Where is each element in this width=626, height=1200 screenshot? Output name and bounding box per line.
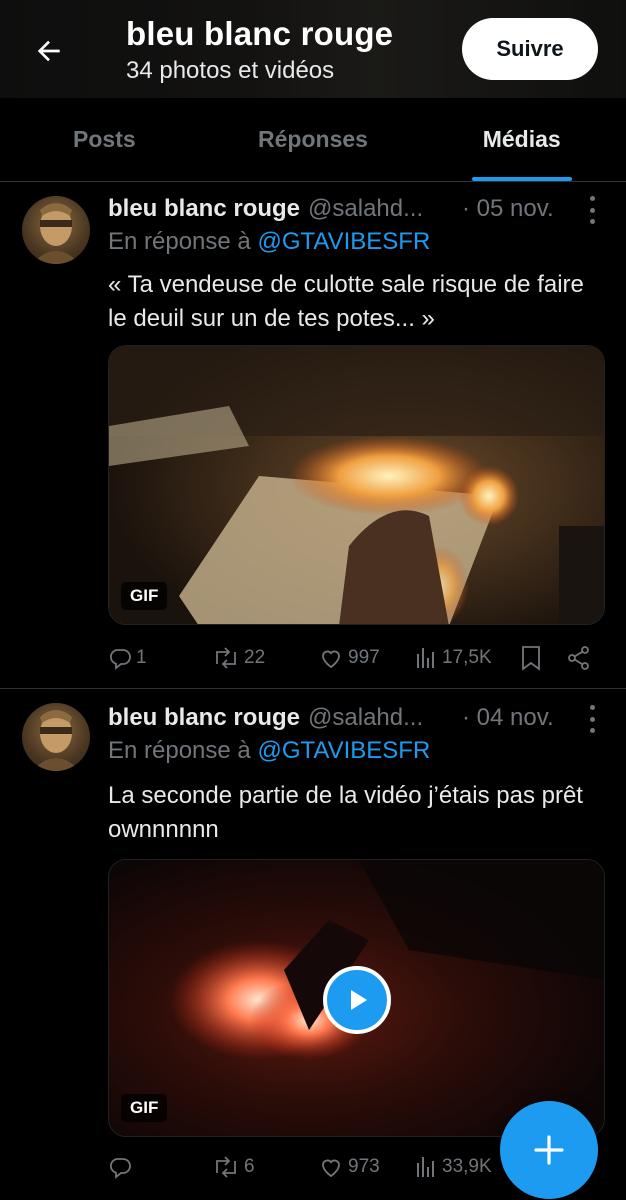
tweet[interactable]: bleu blanc rouge @salahd... · 05 nov. En… (0, 182, 626, 688)
author-handle[interactable]: @salahd... (308, 704, 423, 732)
reply-prefix: En réponse à (108, 228, 251, 255)
reply-context: En réponse à @GTAVIBESFR (108, 737, 430, 765)
views-button[interactable]: 17,5K (416, 642, 492, 674)
more-icon[interactable] (580, 196, 604, 224)
like-icon (322, 650, 340, 669)
repost-icon (216, 647, 236, 669)
reply-count: 1 (136, 647, 147, 668)
reply-context: En réponse à @GTAVIBESFR (108, 228, 430, 256)
back-arrow-icon (37, 40, 60, 62)
views-icon (417, 1157, 434, 1177)
tweet-actions: 1 22 997 17,5K (108, 642, 598, 674)
media-thumbnail (109, 346, 604, 624)
tab-replies[interactable]: Réponses (209, 98, 418, 181)
media-count: 34 photos et vidéos (126, 57, 335, 84)
like-button[interactable]: 973 (318, 1151, 380, 1183)
like-count: 973 (348, 1156, 380, 1177)
follow-button[interactable]: Suivre (462, 18, 598, 80)
avatar[interactable] (22, 703, 90, 771)
tweet-text: La seconde partie de la vidéo j’étais pa… (108, 782, 583, 843)
tweet-text: « Ta vendeuse de culotte sale risque de … (108, 271, 584, 332)
compose-button[interactable] (500, 1101, 598, 1199)
profile-tabs: Posts Réponses Médias (0, 98, 626, 182)
author-handle[interactable]: @salahd... (308, 195, 423, 223)
tweet-date[interactable]: · 04 nov. (462, 704, 554, 732)
bookmark-icon (522, 646, 540, 671)
profile-header: bleu blanc rouge 34 photos et vidéos Sui… (0, 0, 626, 98)
views-button[interactable]: 33,9K (416, 1151, 492, 1183)
tab-media[interactable]: Médias (417, 98, 626, 181)
plus-icon (534, 1135, 564, 1165)
play-icon (351, 990, 367, 1010)
share-icon (568, 646, 589, 670)
views-icon (417, 648, 434, 668)
repost-button[interactable]: 6 (212, 1151, 255, 1183)
views-count: 33,9K (442, 1156, 492, 1177)
tab-posts[interactable]: Posts (0, 98, 209, 181)
author-name[interactable]: bleu blanc rouge (108, 195, 300, 223)
views-count: 17,5K (442, 647, 492, 668)
reply-icon (109, 1158, 131, 1179)
tweet-media[interactable]: GIF (108, 345, 605, 625)
repost-count: 22 (244, 647, 266, 668)
like-button[interactable]: 997 (318, 642, 380, 674)
like-icon (322, 1159, 340, 1178)
like-count: 997 (348, 647, 380, 668)
tweet-media[interactable]: GIF (108, 859, 605, 1137)
repost-button[interactable]: 22 (212, 642, 265, 674)
reply-button[interactable] (108, 1151, 136, 1183)
bookmark-button[interactable] (520, 642, 542, 674)
back-button[interactable] (28, 30, 70, 72)
reply-prefix: En réponse à (108, 737, 251, 764)
repost-count: 6 (244, 1156, 255, 1177)
repost-icon (216, 1156, 236, 1178)
more-icon[interactable] (580, 705, 604, 733)
reply-icon (109, 649, 131, 670)
share-button[interactable] (566, 642, 592, 674)
play-button[interactable] (323, 966, 391, 1034)
reply-mention[interactable]: @GTAVIBESFR (257, 737, 430, 764)
avatar[interactable] (22, 196, 90, 264)
gif-badge: GIF (121, 582, 168, 610)
gif-badge: GIF (121, 1094, 168, 1122)
author-name[interactable]: bleu blanc rouge (108, 704, 300, 732)
tweet-date[interactable]: · 05 nov. (462, 195, 554, 223)
profile-title: bleu blanc rouge (126, 15, 394, 52)
reply-button[interactable]: 1 (108, 642, 147, 674)
reply-mention[interactable]: @GTAVIBESFR (257, 228, 430, 255)
